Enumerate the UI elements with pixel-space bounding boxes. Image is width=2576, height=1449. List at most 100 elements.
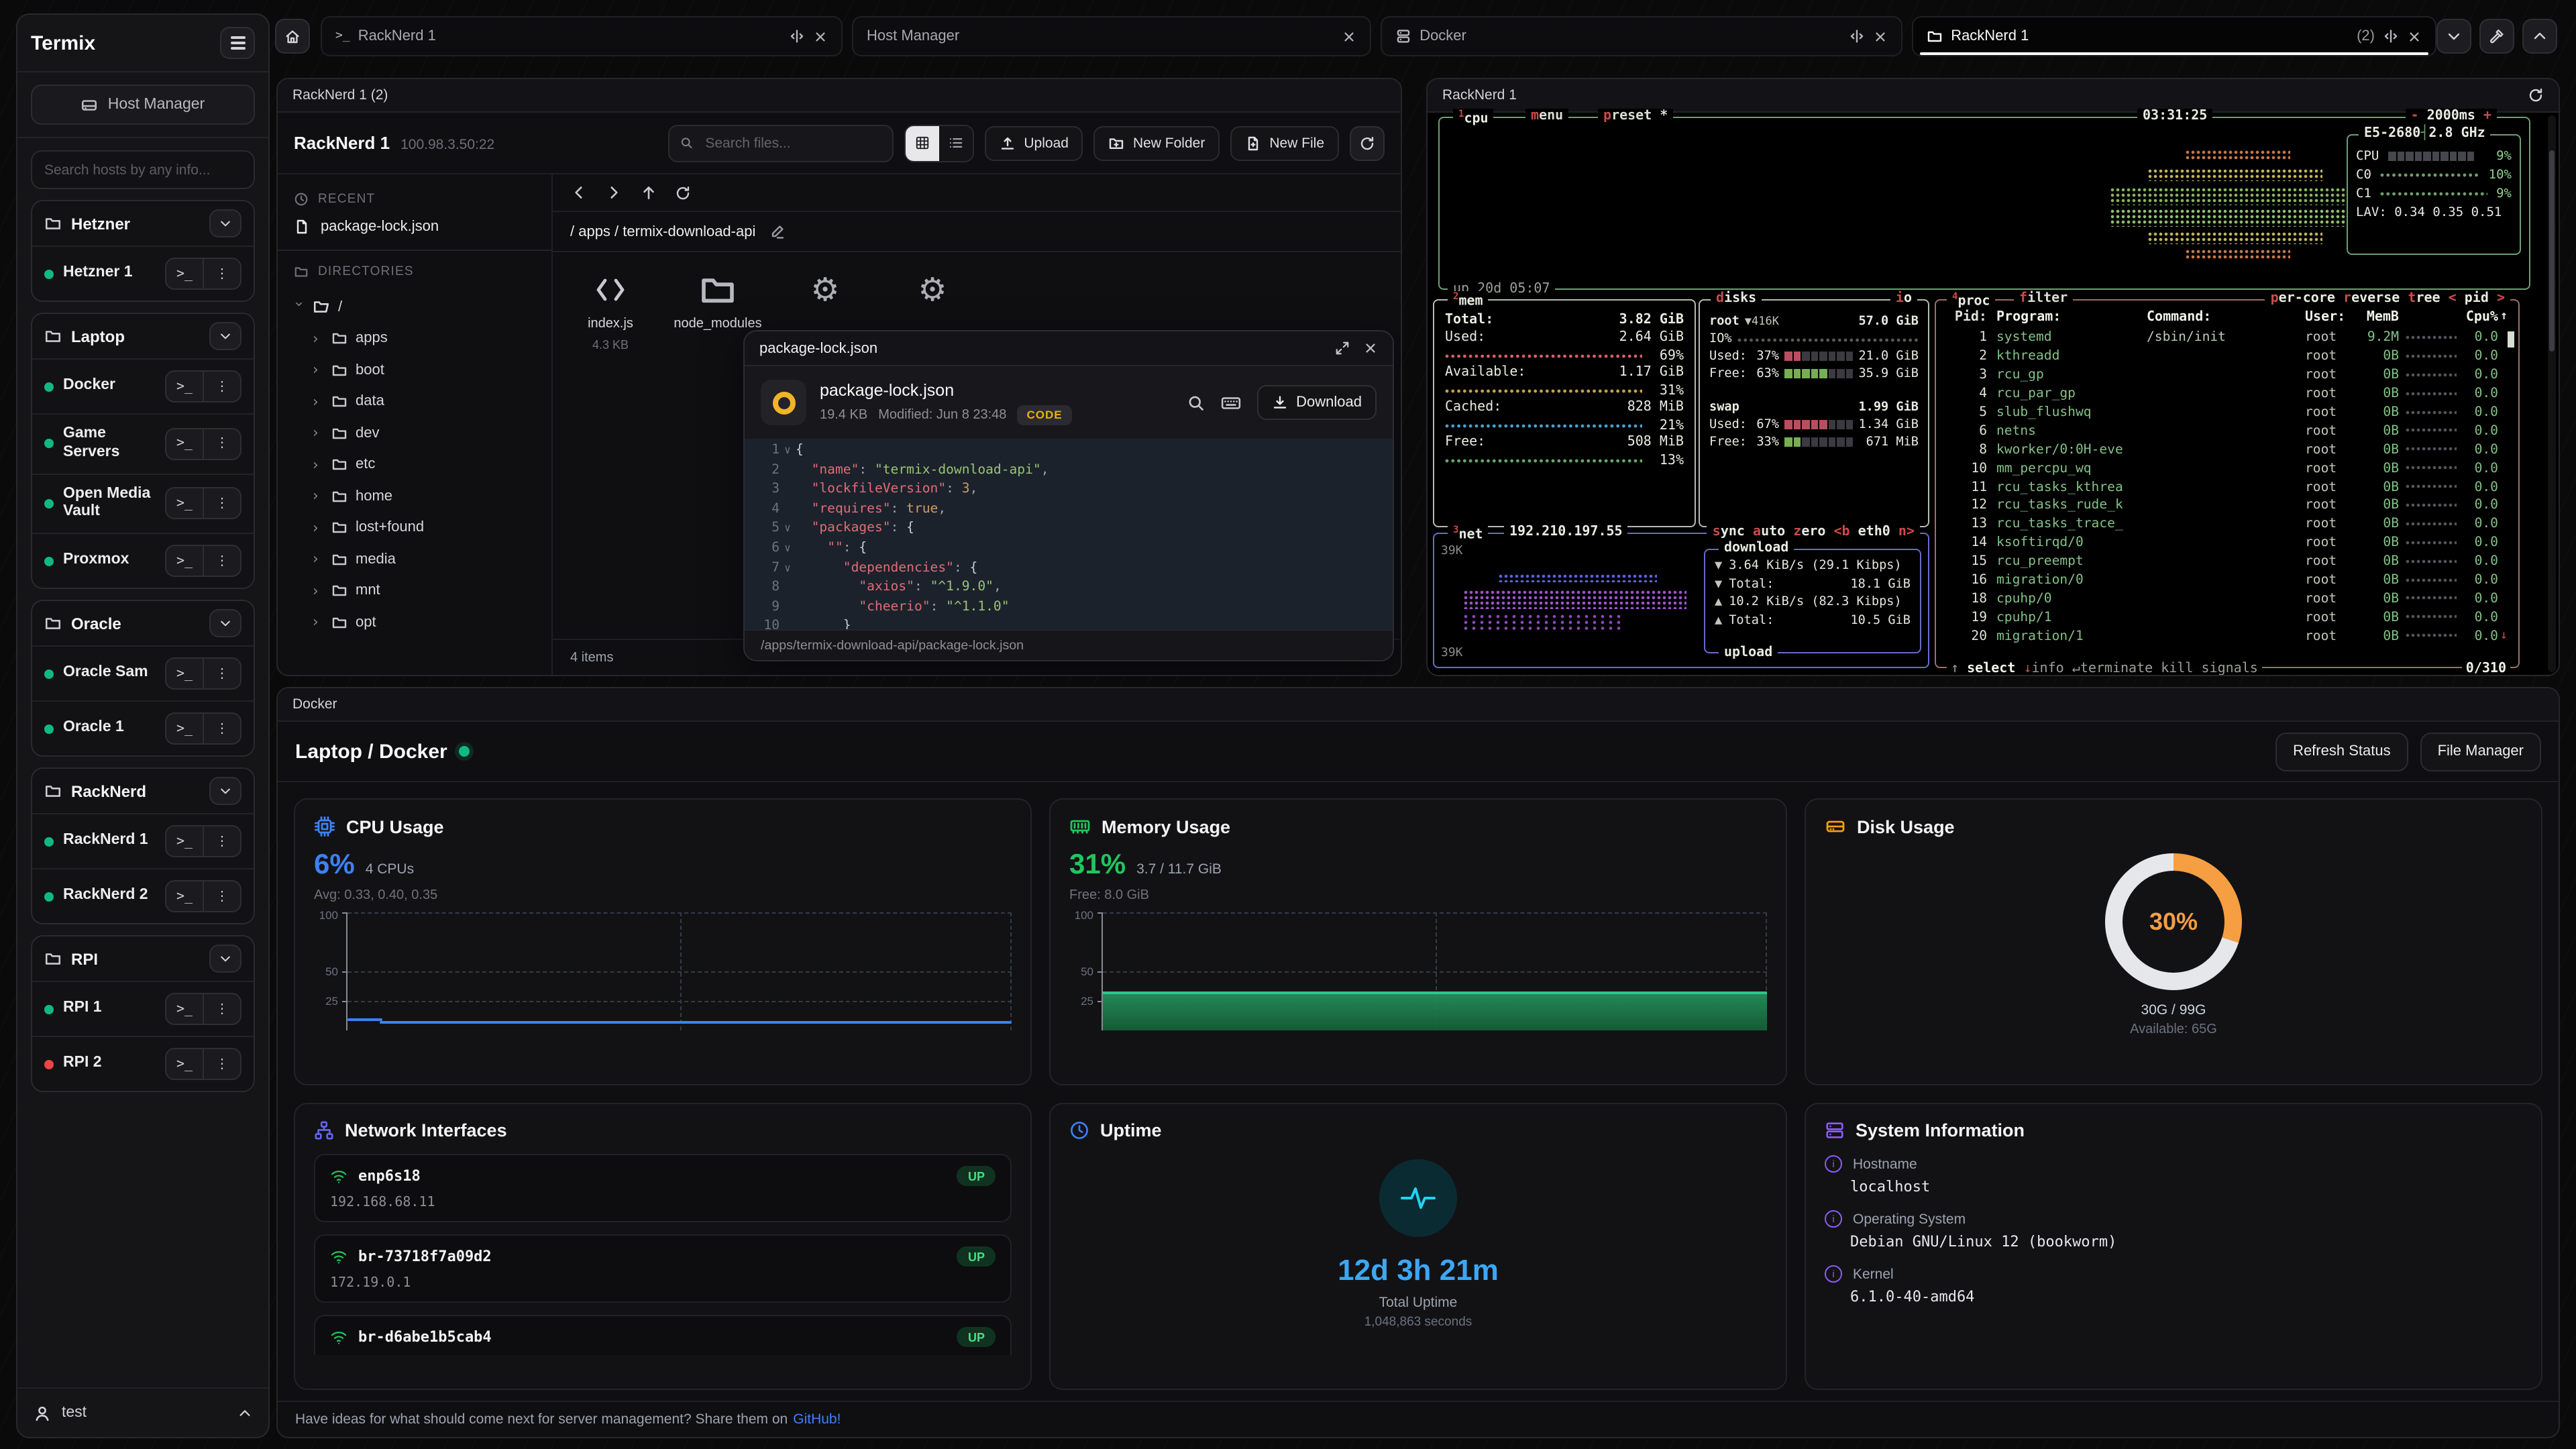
host-row-racknerd-1[interactable]: RackNerd 1>_⋮ [32,813,254,868]
recent-file[interactable]: package-lock.json [294,219,535,235]
tree-root[interactable]: › / [294,291,535,323]
host-menu-button[interactable]: ⋮ [204,372,240,401]
btop-menu[interactable]: menu [1525,109,1568,123]
proc-per-core[interactable]: per-core [2271,291,2335,306]
process-row[interactable]: 11rcu_tasks_kthrearoot0B0.0 [1936,478,2518,496]
process-row[interactable]: 4rcu_par_gproot0B0.0 [1936,384,2518,403]
github-link[interactable]: GitHub! [793,1411,841,1428]
close-icon[interactable] [2407,29,2422,44]
process-row[interactable]: 20migration/1root0B0.0↓ [1936,627,2518,646]
host-menu-button[interactable]: ⋮ [204,881,240,911]
host-menu-button[interactable]: ⋮ [204,259,240,288]
process-row[interactable]: 16migration/0root0B0.0 [1936,571,2518,590]
sidebar-group-header[interactable]: Oracle [32,601,254,645]
host-terminal-button[interactable]: >_ [166,881,203,911]
tree-dir-media[interactable]: ›media [294,543,535,575]
file-search-input[interactable] [702,133,881,152]
terminal-screen[interactable]: 1cpu menu preset * 03:31:25 - 2000ms + E… [1428,113,2559,675]
host-terminal-button[interactable]: >_ [166,546,203,576]
proc-reverse[interactable]: reverse [2343,291,2400,306]
tree-dir-etc[interactable]: ›etc [294,449,535,480]
sidebar-group-header[interactable]: RackNerd [32,769,254,813]
process-row[interactable]: 13rcu_tasks_trace_root0B0.0 [1936,515,2518,534]
host-terminal-button[interactable]: >_ [166,994,203,1024]
group-collapse-button[interactable] [209,945,241,973]
tree-dir-lost+found[interactable]: ›lost+found [294,512,535,543]
group-collapse-button[interactable] [209,209,241,237]
host-row-oracle-sam[interactable]: Oracle Sam>_⋮ [32,645,254,700]
terminal-scrollbar[interactable] [2548,115,2556,672]
host-row-rpi-2[interactable]: RPI 2>_⋮ [32,1036,254,1091]
new-folder-button[interactable]: New Folder [1094,125,1220,160]
upload-button[interactable]: Upload [985,125,1083,160]
code-preview[interactable]: 1∨{2 "name": "termix-download-api",3 "lo… [745,439,1393,629]
tree-dir-mnt[interactable]: ›mnt [294,575,535,606]
sidebar-group-header[interactable]: Hetzner [32,201,254,246]
sidebar-group-header[interactable]: Laptop [32,314,254,358]
host-menu-button[interactable]: ⋮ [204,659,240,688]
process-row[interactable]: 15rcu_preemptroot0B0.0 [1936,552,2518,571]
tab-docker[interactable]: Docker [1381,16,1902,56]
split-icon[interactable] [1849,28,1865,44]
proc-tree[interactable]: tree [2408,291,2440,306]
host-menu-button[interactable]: ⋮ [204,546,240,576]
host-menu-button[interactable]: ⋮ [204,429,240,459]
keyboard-icon[interactable] [1221,394,1241,411]
forward-icon[interactable] [605,184,623,201]
process-row[interactable]: 6netnsroot0B0.0 [1936,422,2518,441]
host-menu-button[interactable]: ⋮ [204,826,240,856]
host-manager-button[interactable]: Host Manager [31,85,255,125]
refresh-status-button[interactable]: Refresh Status [2275,732,2408,771]
group-collapse-button[interactable] [209,609,241,637]
group-collapse-button[interactable] [209,777,241,805]
tree-dir-apps[interactable]: ›apps [294,323,535,354]
host-menu-button[interactable]: ⋮ [204,1049,240,1079]
host-menu-button[interactable]: ⋮ [204,489,240,519]
process-row[interactable]: 14ksoftirqd/0root0B0.0 [1936,534,2518,553]
download-button[interactable]: Download [1257,385,1377,420]
user-row[interactable]: test [17,1387,268,1437]
back-icon[interactable] [570,184,588,201]
process-row[interactable]: 10mm_percpu_wqroot0B0.0 [1936,459,2518,478]
tab-racknerd1-terminal[interactable]: >_ RackNerd 1 [321,16,843,56]
process-row[interactable]: 1systemd/sbin/initroot9.2M0.0 [1936,329,2518,347]
up-icon[interactable] [640,184,657,201]
menu-icon[interactable] [220,27,255,59]
close-icon[interactable] [1342,29,1356,44]
interface-row-br-d6abe1b5cab4[interactable]: br-d6abe1b5cab4UP172.20.0.1 [314,1315,1012,1355]
host-row-hetzner-1[interactable]: Hetzner 1>_⋮ [32,246,254,301]
split-icon[interactable] [789,28,805,44]
new-file-button[interactable]: New File [1230,125,1339,160]
refresh-icon[interactable] [675,184,691,201]
process-row[interactable]: 18cpuhp/0root0B0.0 [1936,590,2518,608]
split-icon[interactable] [2383,28,2399,44]
proc-scrollbar-thumb[interactable] [2508,331,2514,347]
host-terminal-button[interactable]: >_ [166,429,203,459]
process-row[interactable]: 12rcu_tasks_rude_kroot0B0.0 [1936,496,2518,515]
host-terminal-button[interactable]: >_ [166,659,203,688]
tree-dir-dev[interactable]: ›dev [294,417,535,449]
interface-row-enp6s18[interactable]: enp6s18UP192.168.68.11 [314,1154,1012,1222]
close-icon[interactable] [1873,29,1888,44]
close-icon[interactable] [813,29,828,44]
interface-row-br-73718f7a09d2[interactable]: br-73718f7a09d2UP172.19.0.1 [314,1234,1012,1303]
tab-racknerd1-files-active[interactable]: RackNerd 1 (2) [1912,16,2436,56]
process-row[interactable]: 2kthreaddroot0B0.0 [1936,347,2518,366]
expand-button[interactable] [2522,19,2557,54]
chevron-up-icon[interactable] [237,1405,252,1420]
list-view-button[interactable] [939,125,973,160]
refresh-button[interactable] [1350,125,1385,160]
host-row-oracle-1[interactable]: Oracle 1>_⋮ [32,700,254,755]
host-terminal-button[interactable]: >_ [166,826,203,856]
edit-path-icon[interactable] [769,223,785,239]
proc-filter[interactable]: filter [2014,291,2073,306]
tools-button[interactable] [2479,19,2514,54]
search-hosts-input[interactable] [31,150,255,189]
tree-dir-home[interactable]: ›home [294,480,535,512]
host-terminal-button[interactable]: >_ [166,714,203,743]
file-manager-button2[interactable]: File Manager [2420,732,2541,771]
sidebar-group-header[interactable]: RPI [32,936,254,981]
host-menu-button[interactable]: ⋮ [204,994,240,1024]
maximize-icon[interactable] [1335,341,1350,356]
process-row[interactable]: 3rcu_gproot0B0.0 [1936,366,2518,385]
